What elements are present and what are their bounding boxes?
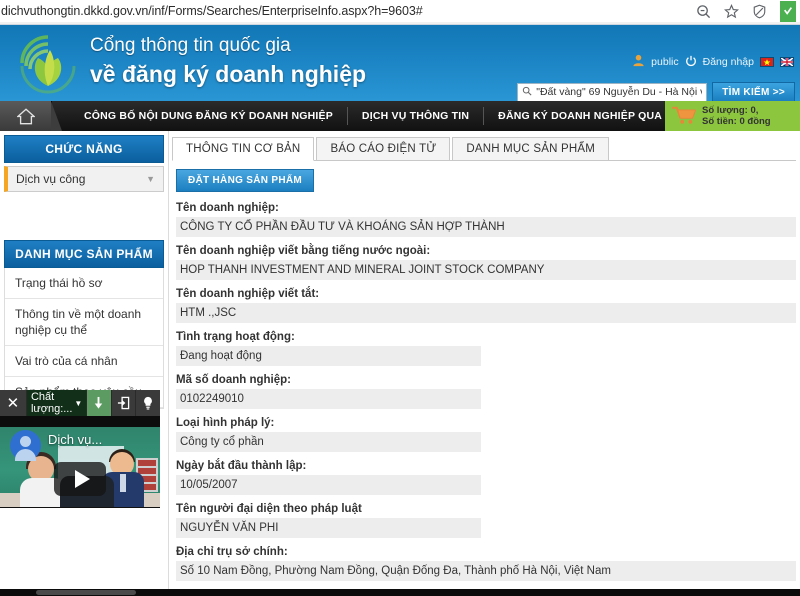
quality-dropdown[interactable]: Chất lượng:... ▼ (27, 390, 87, 416)
cart-text-block: Số lượng: 0, Số tiền: 0 đồng (702, 105, 771, 127)
sidebar-panel-products-title: DANH MỤC SẢN PHẨM (4, 240, 164, 268)
cart-amount: Số tiền: 0 đồng (702, 116, 771, 127)
video-thumbnail[interactable]: Dịch vụ... (0, 416, 160, 508)
site-logo[interactable] (12, 28, 84, 98)
channel-avatar (10, 430, 41, 461)
cart-icon (671, 105, 697, 128)
brand-line-2: về đăng ký doanh nghiệp (90, 59, 366, 89)
search-row: TÌM KIẾM >> (517, 82, 795, 101)
page-body: CHỨC NĂNG Dịch vụ công ▼ DANH MỤC SẢN PH… (0, 131, 800, 589)
field-label: Tên doanh nghiệp viết tắt: (176, 288, 796, 300)
nav-item-list: CÔNG BỐ NỘI DUNG ĐĂNG KÝ DOANH NGHIỆP DỊ… (52, 101, 760, 131)
scrollbar-thumb[interactable] (36, 590, 136, 595)
export-icon[interactable] (112, 390, 136, 416)
field-value: Công ty cổ phần (176, 432, 481, 452)
field-label: Tên doanh nghiệp: (176, 202, 796, 214)
brand-line-1: Cổng thông tin quốc gia (90, 33, 366, 59)
field-value: Số 10 Nam Đồng, Phường Nam Đồng, Quận Đố… (176, 561, 796, 581)
home-button[interactable] (0, 101, 52, 131)
order-product-button[interactable]: ĐẶT HÀNG SẢN PHẨM (176, 169, 314, 192)
lightbulb-icon[interactable] (136, 390, 160, 416)
sidebar-item-2[interactable]: Vai trò của cá nhân (5, 346, 163, 377)
field-legal-representative: Tên người đại diện theo pháp luật NGUYỄN… (176, 503, 796, 538)
download-icon[interactable] (87, 390, 111, 416)
account-row: public Đăng nhập (632, 54, 794, 70)
username-label: public (651, 56, 678, 68)
tab-product-catalog[interactable]: DANH MỤC SẢN PHẨM (452, 137, 609, 160)
power-icon[interactable] (685, 55, 697, 70)
page-root: dichvuthongtin.dkkd.gov.vn/inf/Forms/Sea… (0, 0, 800, 596)
quality-label: Chất lượng:... (31, 391, 72, 415)
video-download-widget: ✕ Chất lượng:... ▼ (0, 390, 160, 508)
user-avatar-icon (632, 54, 645, 70)
bookmark-star-icon[interactable] (724, 4, 739, 19)
browser-icon-group (696, 0, 800, 22)
nav-item-1[interactable]: DỊCH VỤ THÔNG TIN (348, 101, 483, 131)
nav-item-0[interactable]: CÔNG BỐ NỘI DUNG ĐĂNG KÝ DOANH NGHIỆP (70, 101, 347, 131)
sidebar-item-1[interactable]: Thông tin về một doanh nghiệp cụ thể (5, 299, 163, 346)
shield-icon[interactable] (752, 4, 767, 19)
sidebar-dropdown-value: Dịch vụ công (16, 172, 85, 186)
search-button[interactable]: TÌM KIẾM >> (712, 82, 795, 101)
search-box[interactable] (517, 83, 707, 102)
address-bar[interactable]: dichvuthongtin.dkkd.gov.vn/inf/Forms/Sea… (0, 4, 423, 18)
field-company-name: Tên doanh nghiệp: CÔNG TY CỔ PHẦN ĐẦU TƯ… (176, 202, 796, 237)
field-operating-status: Tình trạng hoạt động: Đang hoạt động (176, 331, 796, 366)
field-value: HOP THANH INVESTMENT AND MINERAL JOINT S… (176, 260, 796, 280)
main-navigation: CÔNG BỐ NỘI DUNG ĐĂNG KÝ DOANH NGHIỆP DỊ… (0, 101, 800, 131)
field-value: 0102249010 (176, 389, 481, 409)
field-establishment-date: Ngày bắt đầu thành lập: 10/05/2007 (176, 460, 796, 495)
sidebar-panel-functions-title: CHỨC NĂNG (4, 135, 164, 163)
zoom-out-icon[interactable] (696, 4, 711, 19)
uk-flag-icon[interactable] (780, 57, 794, 67)
thumb-person-b-shirt (120, 474, 126, 492)
search-icon (522, 85, 532, 99)
field-value: 10/05/2007 (176, 475, 481, 495)
cart-summary[interactable]: Số lượng: 0, Số tiền: 0 đồng (665, 101, 800, 131)
field-label: Ngày bắt đầu thành lập: (176, 460, 796, 472)
field-company-name-foreign: Tên doanh nghiệp viết bằng tiếng nước ng… (176, 245, 796, 280)
sidebar-product-list: Trạng thái hồ sơ Thông tin về một doanh … (4, 268, 164, 409)
chevron-down-icon: ▼ (74, 399, 82, 408)
vietnam-flag-icon[interactable] (760, 57, 774, 67)
site-header: Cổng thông tin quốc gia về đăng ký doanh… (0, 25, 800, 101)
sidebar: CHỨC NĂNG Dịch vụ công ▼ DANH MỤC SẢN PH… (4, 135, 164, 409)
field-label: Mã số doanh nghiệp: (176, 374, 796, 386)
browser-toolbar: dichvuthongtin.dkkd.gov.vn/inf/Forms/Sea… (0, 0, 800, 22)
login-link[interactable]: Đăng nhập (703, 56, 754, 68)
field-legal-form: Loại hình pháp lý: Công ty cổ phần (176, 417, 796, 452)
field-value: Đang hoạt động (176, 346, 481, 366)
close-icon[interactable]: ✕ (0, 390, 27, 416)
search-input[interactable] (536, 86, 702, 98)
content-panel: THÔNG TIN CƠ BẢN BÁO CÁO ĐIỆN TỬ DANH MỤ… (172, 135, 796, 596)
field-label: Tên người đại diện theo pháp luật (176, 503, 796, 515)
content-divider (168, 131, 169, 589)
thumb-top-letterbox (0, 416, 160, 427)
video-title: Dịch vụ... (48, 432, 102, 447)
field-label: Tên doanh nghiệp viết bằng tiếng nước ng… (176, 245, 796, 257)
tab-electronic-report[interactable]: BÁO CÁO ĐIỆN TỬ (316, 137, 450, 160)
field-label: Địa chỉ trụ sở chính: (176, 546, 796, 558)
content-tabs: THÔNG TIN CƠ BẢN BÁO CÁO ĐIỆN TỬ DANH MỤ… (172, 135, 796, 161)
field-enterprise-code: Mã số doanh nghiệp: 0102249010 (176, 374, 796, 409)
brand-title-block: Cổng thông tin quốc gia về đăng ký doanh… (90, 33, 366, 89)
sidebar-spacer (4, 192, 164, 240)
field-value: HTM .,JSC (176, 303, 796, 323)
tab-basic-info[interactable]: THÔNG TIN CƠ BẢN (172, 137, 314, 161)
field-head-office-address: Địa chỉ trụ sở chính: Số 10 Nam Đồng, Ph… (176, 546, 796, 581)
field-value: CÔNG TY CỔ PHẦN ĐẦU TƯ VÀ KHOÁNG SẢN HỢP… (176, 217, 796, 237)
sidebar-service-dropdown[interactable]: Dịch vụ công ▼ (4, 166, 164, 192)
field-company-abbreviation: Tên doanh nghiệp viết tắt: HTM .,JSC (176, 288, 796, 323)
extension-green-icon[interactable] (780, 1, 796, 22)
field-value: NGUYỄN VĂN PHI (176, 518, 481, 538)
cart-quantity: Số lượng: 0, (702, 105, 771, 116)
field-label: Tình trạng hoạt động: (176, 331, 796, 343)
sidebar-item-0[interactable]: Trạng thái hồ sơ (5, 268, 163, 299)
field-label: Loại hình pháp lý: (176, 417, 796, 429)
video-widget-toolbar: ✕ Chất lượng:... ▼ (0, 390, 160, 416)
play-button-icon[interactable] (54, 462, 106, 496)
horizontal-scrollbar[interactable] (0, 589, 800, 596)
chevron-down-icon: ▼ (146, 174, 155, 184)
